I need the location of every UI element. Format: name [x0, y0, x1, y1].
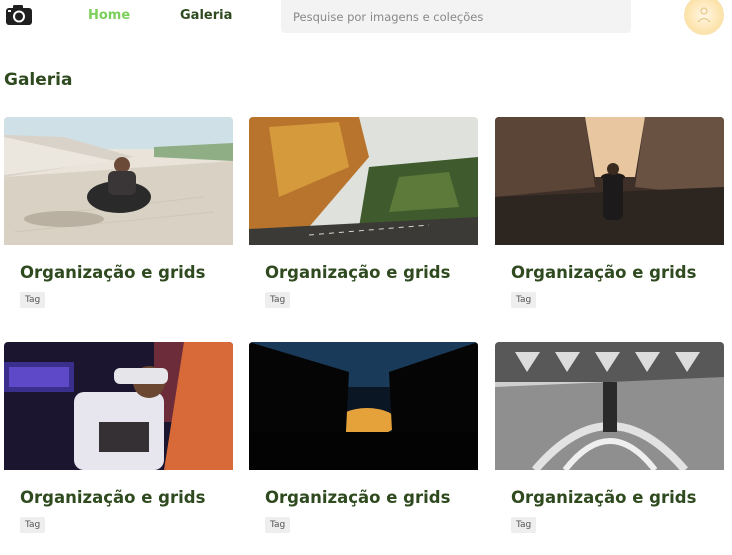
card-image[interactable]	[495, 117, 724, 245]
gallery-card[interactable]: Organização e grids Tag	[4, 117, 233, 308]
card-image[interactable]	[4, 117, 233, 245]
gallery-card[interactable]: Organização e grids Tag	[249, 117, 478, 308]
card-title: Organização e grids	[265, 263, 451, 282]
card-tag[interactable]: Tag	[265, 517, 291, 533]
nav-home-link[interactable]: Home	[88, 8, 130, 23]
card-image[interactable]	[249, 117, 478, 245]
card-tag[interactable]: Tag	[511, 517, 537, 533]
card-tag[interactable]: Tag	[20, 517, 46, 533]
card-title: Organização e grids	[511, 263, 697, 282]
camera-icon[interactable]	[5, 4, 33, 26]
card-title: Organização e grids	[265, 488, 451, 507]
gallery-card[interactable]: Organização e grids Tag	[495, 342, 724, 533]
card-title: Organização e grids	[20, 263, 206, 282]
card-tag[interactable]: Tag	[20, 292, 46, 308]
card-title: Organização e grids	[511, 488, 697, 507]
card-image[interactable]	[495, 342, 724, 470]
card-tag[interactable]: Tag	[265, 292, 291, 308]
search-input[interactable]	[281, 0, 631, 33]
gallery-card[interactable]: Organização e grids Tag	[495, 117, 724, 308]
user-avatar-icon	[697, 7, 711, 23]
card-title: Organização e grids	[20, 488, 206, 507]
card-image[interactable]	[249, 342, 478, 470]
nav-galeria-link[interactable]: Galeria	[180, 8, 232, 23]
card-tag[interactable]: Tag	[511, 292, 537, 308]
page-title: Galeria	[4, 70, 73, 90]
card-image[interactable]	[4, 342, 233, 470]
gallery-card[interactable]: Organização e grids Tag	[4, 342, 233, 533]
gallery-card[interactable]: Organização e grids Tag	[249, 342, 478, 533]
user-avatar[interactable]	[685, 0, 723, 34]
top-navbar: Home Galeria	[0, 0, 732, 34]
